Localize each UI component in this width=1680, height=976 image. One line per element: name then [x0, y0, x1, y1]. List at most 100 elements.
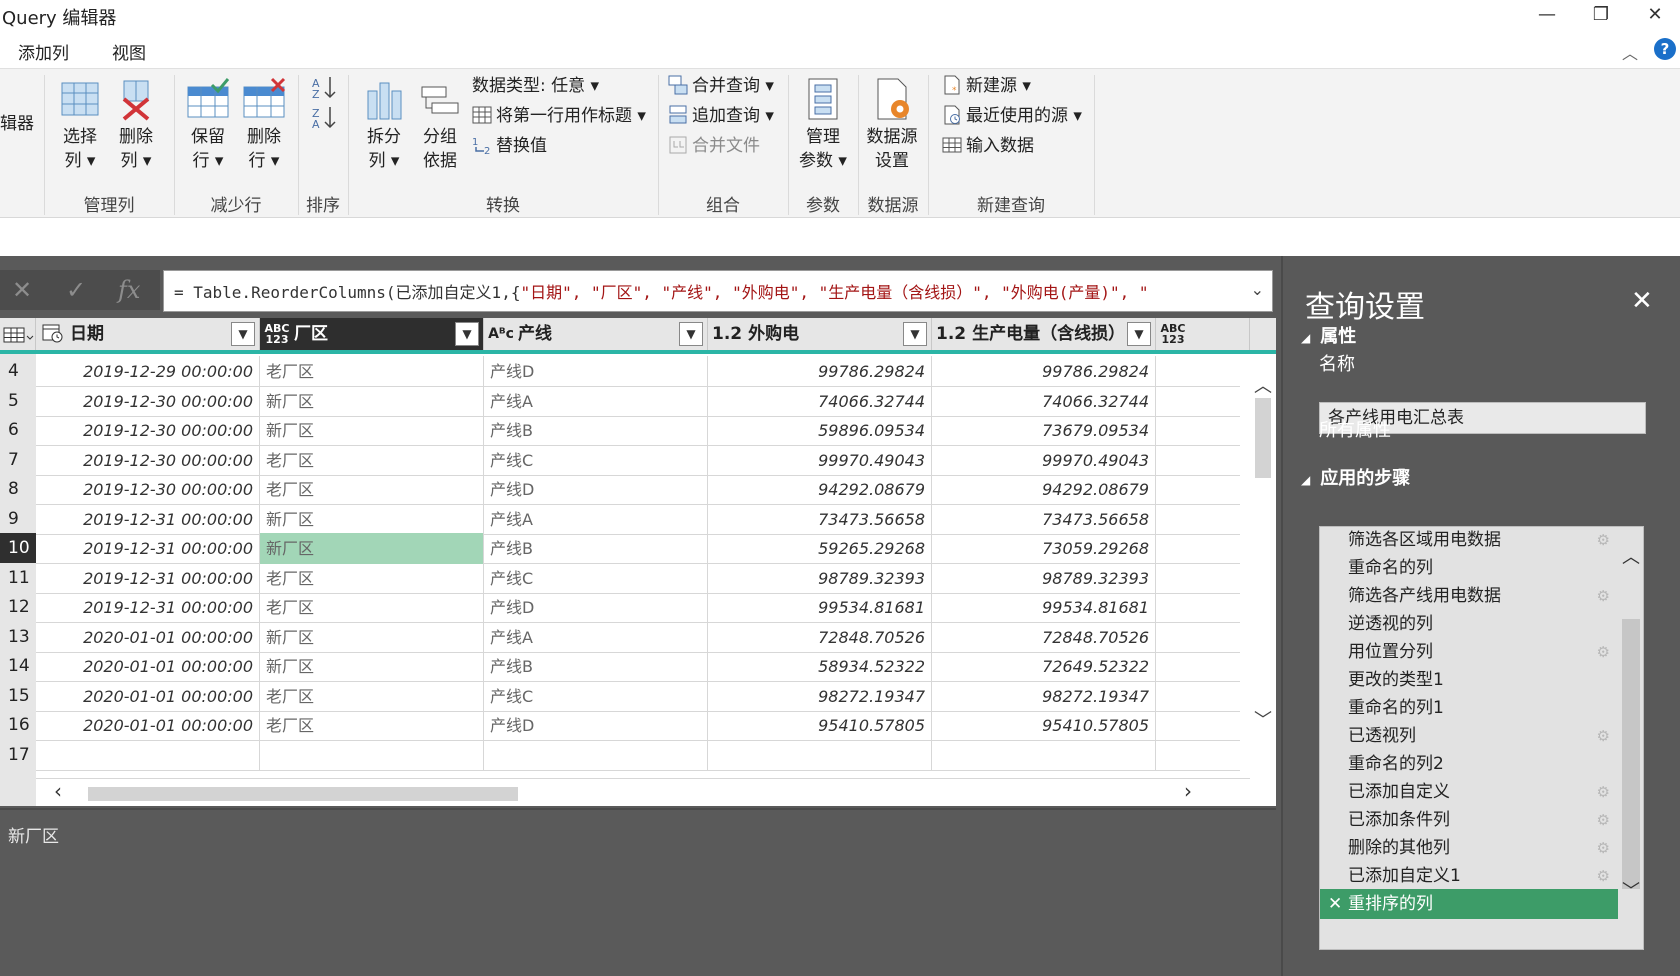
purchased-power-cell[interactable]: 73473.56658	[708, 503, 932, 535]
table-row[interactable]: 14 2020-01-01 00:00:00 新厂区 产线B 58934.52322 72…	[0, 651, 1240, 682]
enter-data-button[interactable]: 输入数据	[942, 133, 1034, 159]
all-properties-link[interactable]: 所有属性	[1319, 416, 1391, 442]
date-cell[interactable]: 2019-12-30 00:00:00	[36, 444, 260, 476]
table-row[interactable]: 6 2019-12-30 00:00:00 新厂区 产线B 59896.09534 736…	[0, 415, 1240, 446]
production-power-cell[interactable]: 72848.70526	[932, 621, 1156, 653]
production-power-cell[interactable]: 73473.56658	[932, 503, 1156, 535]
step-settings-gear-icon[interactable]: ⚙	[1597, 721, 1610, 751]
production-power-cell[interactable]: 99970.49043	[932, 444, 1156, 476]
table-row[interactable]: 10 2019-12-31 00:00:00 新厂区 产线B 59265.29268 73…	[0, 533, 1240, 564]
row-number[interactable]: 13	[0, 621, 36, 653]
table-row[interactable]: 7 2019-12-30 00:00:00 老厂区 产线C 99970.49043 999…	[0, 444, 1240, 476]
applied-step[interactable]: 已透视列 ⚙	[1320, 721, 1618, 751]
merge-queries-button[interactable]: 合并查询 ▾	[668, 73, 774, 99]
close-pane-icon[interactable]: ✕	[1631, 286, 1653, 316]
area-cell[interactable]: 新厂区	[260, 503, 484, 535]
area-cell[interactable]: 新厂区	[260, 533, 484, 564]
table-row[interactable]: 11 2019-12-31 00:00:00 老厂区 产线C 98789.32393 98…	[0, 562, 1240, 594]
step-settings-gear-icon[interactable]: ⚙	[1597, 777, 1610, 807]
decimal-type-icon[interactable]: 1.2	[712, 324, 742, 344]
table-row[interactable]: 8 2019-12-30 00:00:00 老厂区 产线D 94292.08679 942…	[0, 474, 1240, 505]
line-cell[interactable]: 产线D	[484, 474, 708, 505]
date-cell[interactable]: 2020-01-01 00:00:00	[36, 621, 260, 653]
split-column-button[interactable]: 拆分 列 ▾	[360, 77, 408, 173]
table-row[interactable]: 13 2020-01-01 00:00:00 新厂区 产线A 72848.70526 72…	[0, 621, 1240, 653]
area-cell[interactable]: 新厂区	[260, 621, 484, 653]
column-header-production-power[interactable]: 1.2 生产电量（含线损） ▼	[932, 318, 1156, 350]
date-cell[interactable]: 2019-12-31 00:00:00	[36, 533, 260, 564]
area-cell[interactable]: 新厂区	[260, 415, 484, 446]
purchased-power-cell[interactable]: 99786.29824	[708, 356, 932, 387]
purchased-power-cell[interactable]	[708, 739, 932, 771]
horizontal-scrollbar[interactable]: ‹ ›	[36, 778, 1250, 806]
merge-files-button[interactable]: 合并文件	[668, 133, 760, 159]
production-power-cell[interactable]: 99534.81681	[932, 592, 1156, 623]
line-cell[interactable]: 产线A	[484, 385, 708, 417]
line-cell[interactable]	[484, 739, 708, 771]
purchased-power-cell[interactable]: 99534.81681	[708, 592, 932, 623]
area-cell[interactable]: 老厂区	[260, 592, 484, 623]
scroll-thumb[interactable]	[1622, 619, 1640, 889]
production-power-cell[interactable]: 74066.32744	[932, 385, 1156, 417]
recent-sources-button[interactable]: 最近使用的源 ▾	[942, 103, 1082, 129]
row-number[interactable]: 12	[0, 592, 36, 623]
column-header-line[interactable]: Aᴮc 产线 ▼	[484, 318, 708, 350]
sort-descending-icon[interactable]: ZA	[310, 105, 338, 131]
restore-button[interactable]: ❐	[1578, 0, 1624, 32]
commit-formula-icon[interactable]: ✓	[66, 276, 86, 304]
production-power-cell[interactable]: 95410.57805	[932, 710, 1156, 741]
tab-view[interactable]: 视图	[112, 39, 146, 64]
row-number[interactable]: 15	[0, 680, 36, 712]
fx-icon[interactable]: fx	[118, 276, 140, 304]
step-settings-gear-icon[interactable]: ⚙	[1597, 861, 1610, 891]
applied-step[interactable]: 重命名的列1	[1320, 693, 1618, 723]
column-header-purchased-power[interactable]: 1.2 外购电 ▼	[708, 318, 932, 350]
filter-dropdown-icon[interactable]: ▼	[231, 322, 255, 346]
production-power-cell[interactable]: 72649.52322	[932, 651, 1156, 682]
date-cell[interactable]: 2020-01-01 00:00:00	[36, 710, 260, 741]
line-cell[interactable]: 产线B	[484, 533, 708, 564]
group-by-button[interactable]: 分组 依据	[416, 77, 464, 173]
table-row[interactable]: 15 2020-01-01 00:00:00 老厂区 产线C 98272.19347 98…	[0, 680, 1240, 712]
close-button[interactable]: ✕	[1632, 0, 1678, 32]
scroll-down-icon[interactable]: ﹀	[1254, 706, 1272, 732]
formula-input[interactable]: = Table.ReorderColumns(已添加自定义1,{"日期", "厂…	[163, 270, 1273, 312]
applied-step[interactable]: 用位置分列 ⚙	[1320, 637, 1618, 667]
step-settings-gear-icon[interactable]: ⚙	[1597, 637, 1610, 667]
row-number[interactable]: 14	[0, 651, 36, 682]
minimize-button[interactable]: —	[1524, 0, 1570, 32]
purchased-power-cell[interactable]: 99970.49043	[708, 444, 932, 476]
date-cell[interactable]	[36, 739, 260, 771]
properties-section-toggle[interactable]: ◢ 属性	[1301, 322, 1356, 348]
applied-step[interactable]: 筛选各区域用电数据 ⚙	[1320, 527, 1618, 555]
area-cell[interactable]: 新厂区	[260, 385, 484, 417]
purchased-power-cell[interactable]: 94292.08679	[708, 474, 932, 505]
date-cell[interactable]: 2019-12-31 00:00:00	[36, 503, 260, 535]
line-cell[interactable]: 产线C	[484, 444, 708, 476]
scroll-left-icon[interactable]: ‹	[54, 779, 62, 803]
line-cell[interactable]: 产线C	[484, 680, 708, 712]
column-header-next[interactable]: ABC 123	[1156, 318, 1250, 350]
area-cell[interactable]: 新厂区	[260, 651, 484, 682]
applied-step[interactable]: 已添加条件列 ⚙	[1320, 805, 1618, 835]
table-menu-button[interactable]	[0, 318, 36, 350]
scroll-right-icon[interactable]: ›	[1184, 779, 1192, 803]
production-power-cell[interactable]: 98789.32393	[932, 562, 1156, 594]
any-type-icon[interactable]: ABC 123	[1160, 323, 1186, 345]
filter-dropdown-icon[interactable]: ▼	[903, 322, 927, 346]
keep-rows-button[interactable]: 保留 行 ▾	[184, 77, 232, 173]
datetime-type-icon[interactable]	[40, 323, 66, 345]
row-number[interactable]: 9	[0, 503, 36, 535]
table-row[interactable]: 4 2019-12-29 00:00:00 老厂区 产线D 99786.29824 997…	[0, 356, 1240, 387]
purchased-power-cell[interactable]: 74066.32744	[708, 385, 932, 417]
applied-step[interactable]: 筛选各产线用电数据 ⚙	[1320, 581, 1618, 611]
area-cell[interactable]: 老厂区	[260, 562, 484, 594]
line-cell[interactable]: 产线A	[484, 621, 708, 653]
data-type-dropdown[interactable]: 数据类型: 任意 ▾	[472, 73, 599, 99]
purchased-power-cell[interactable]: 98789.32393	[708, 562, 932, 594]
applied-steps-section-toggle[interactable]: ◢ 应用的步骤	[1301, 464, 1410, 490]
decimal-type-icon[interactable]: 1.2	[936, 324, 966, 344]
date-cell[interactable]: 2019-12-31 00:00:00	[36, 592, 260, 623]
area-cell[interactable]: 老厂区	[260, 444, 484, 476]
help-icon[interactable]: ?	[1654, 38, 1676, 60]
